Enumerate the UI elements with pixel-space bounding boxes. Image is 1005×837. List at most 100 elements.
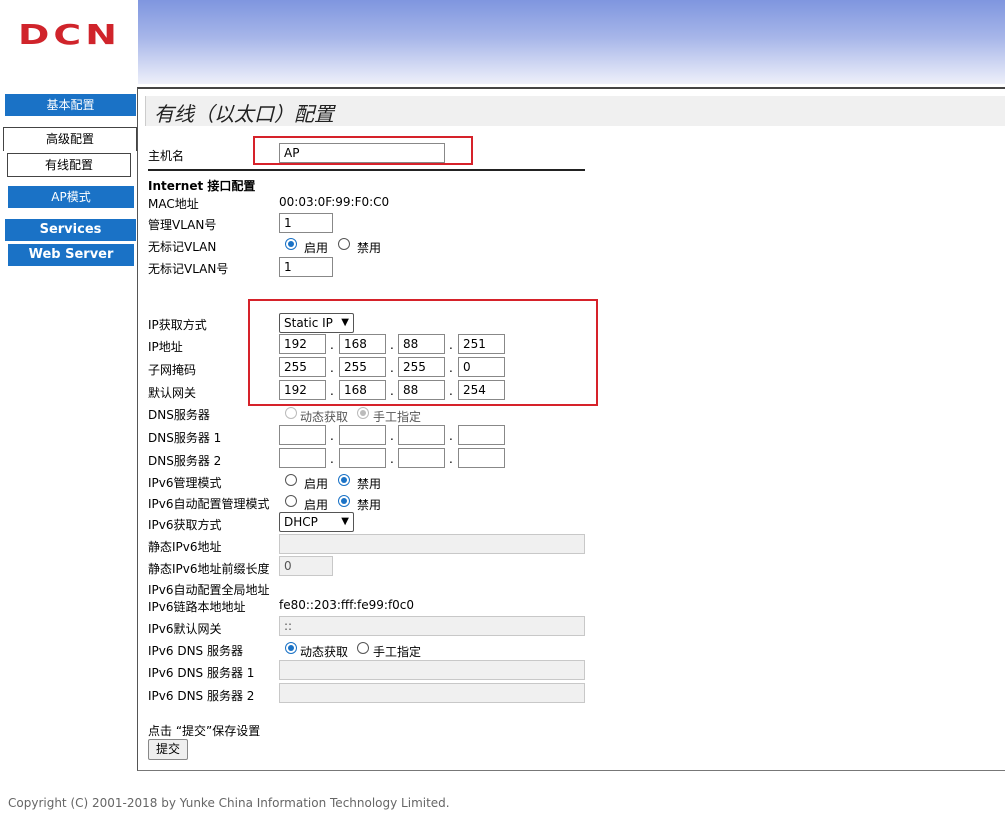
footer-copyright: Copyright (C) 2001-2018 by Yunke China I… — [8, 796, 450, 810]
ipv6-mode-value: DHCP — [284, 515, 318, 529]
dns1-octet-2[interactable] — [339, 425, 386, 445]
dot-separator: . — [390, 338, 394, 352]
ip-octet-1[interactable]: 192 — [279, 334, 326, 354]
submit-button[interactable]: 提交 — [148, 739, 188, 760]
ipv6-auto-label: IPv6自动配置管理模式 — [148, 497, 270, 511]
ipv6-dns1-input[interactable] — [279, 660, 585, 680]
untagged-vlan-label: 无标记VLAN — [148, 240, 217, 254]
mask-octet-2[interactable]: 255 — [339, 357, 386, 377]
section-divider — [148, 169, 585, 171]
ipv6-dns2-label: IPv6 DNS 服务器 2 — [148, 689, 255, 703]
ipv6-mode-label: IPv6获取方式 — [148, 518, 222, 532]
ipv6-link-local-label: IPv6链路本地地址 — [148, 600, 246, 614]
ipv6-dns2-input[interactable] — [279, 683, 585, 703]
dot-separator: . — [330, 338, 334, 352]
ipv6-auto-disable-label: 禁用 — [357, 498, 382, 512]
ipv6-auto-disable-radio[interactable] — [338, 495, 350, 507]
mac-label: MAC地址 — [148, 197, 199, 211]
ipv6-auto-global-label: IPv6自动配置全局地址 — [148, 583, 270, 597]
dns1-label: DNS服务器 1 — [148, 431, 222, 445]
dns2-octet-3[interactable] — [398, 448, 445, 468]
hostname-input[interactable]: AP — [279, 143, 445, 163]
dns2-octet-4[interactable] — [458, 448, 505, 468]
dot-separator: . — [449, 452, 453, 466]
dns1-octet-1[interactable] — [279, 425, 326, 445]
gateway-octet-2[interactable]: 168 — [339, 380, 386, 400]
dot-separator: . — [449, 338, 453, 352]
mgmt-vlan-input[interactable]: 1 — [279, 213, 333, 233]
logo-area: DCN — [0, 0, 138, 84]
section-title: Internet 接口配置 — [148, 179, 256, 193]
dot-separator: . — [390, 384, 394, 398]
dns2-label: DNS服务器 2 — [148, 454, 222, 468]
mask-octet-4[interactable]: 0 — [458, 357, 505, 377]
untagged-vlan-disable-radio[interactable] — [338, 238, 350, 250]
ip-octet-4[interactable]: 251 — [458, 334, 505, 354]
mask-octet-1[interactable]: 255 — [279, 357, 326, 377]
page-title: 有线（以太口）配置 — [154, 102, 334, 126]
dns-dynamic-radio[interactable] — [285, 407, 297, 419]
nav-web-server[interactable]: Web Server — [8, 244, 134, 266]
hostname-label: 主机名 — [148, 149, 185, 163]
dns1-octet-4[interactable] — [458, 425, 505, 445]
dot-separator: . — [330, 361, 334, 375]
dot-separator: . — [330, 452, 334, 466]
mask-octet-3[interactable]: 255 — [398, 357, 445, 377]
nav-basic-config[interactable]: 基本配置 — [5, 94, 136, 116]
ip-octet-3[interactable]: 88 — [398, 334, 445, 354]
dot-separator: . — [330, 384, 334, 398]
ipv6-link-local-value: fe80::203:fff:fe99:f0c0 — [279, 598, 415, 612]
ip-octet-2[interactable]: 168 — [339, 334, 386, 354]
nav-services[interactable]: Services — [5, 219, 136, 241]
static-ipv6-label: 静态IPv6地址 — [148, 540, 222, 554]
header-banner — [0, 0, 1005, 84]
mask-label: 子网掩码 — [148, 363, 197, 377]
dot-separator: . — [390, 429, 394, 443]
dot-separator: . — [390, 452, 394, 466]
nav-ap-mode[interactable]: AP模式 — [8, 186, 134, 208]
ipv6-gateway-label: IPv6默认网关 — [148, 622, 222, 636]
ipv6-mgmt-label: IPv6管理模式 — [148, 476, 222, 490]
static-ipv6-input[interactable] — [279, 534, 585, 554]
gateway-octet-1[interactable]: 192 — [279, 380, 326, 400]
dot-separator: . — [330, 429, 334, 443]
ipv6-auto-enable-label: 启用 — [304, 498, 329, 512]
ip-mode-label: IP获取方式 — [148, 318, 207, 332]
ipv6-dns-dynamic-label: 动态获取 — [300, 645, 349, 659]
nav-wired-config[interactable]: 有线配置 — [7, 153, 131, 177]
ipv6-mgmt-disable-radio[interactable] — [338, 474, 350, 486]
ipv6-mode-select[interactable]: DHCP ▼ — [279, 512, 354, 532]
ipv6-gateway-input[interactable]: :: — [279, 616, 585, 636]
untagged-vlan-enable-label: 启用 — [304, 241, 329, 255]
ipv6-dns-dynamic-radio[interactable] — [285, 642, 297, 654]
mac-value: 00:03:0F:99:F0:C0 — [279, 195, 390, 209]
ipv6-dns-manual-radio[interactable] — [357, 642, 369, 654]
ipv6-dns-label: IPv6 DNS 服务器 — [148, 644, 243, 658]
chevron-down-icon: ▼ — [341, 317, 349, 328]
mgmt-vlan-label: 管理VLAN号 — [148, 218, 217, 232]
chevron-down-icon: ▼ — [341, 516, 349, 527]
dot-separator: . — [449, 384, 453, 398]
untagged-vlan-disable-label: 禁用 — [357, 241, 382, 255]
untagged-vlan-enable-radio[interactable] — [285, 238, 297, 250]
dot-separator: . — [449, 429, 453, 443]
untagged-vlan-id-input[interactable]: 1 — [279, 257, 333, 277]
ip-mode-select[interactable]: Static IP ▼ — [279, 313, 354, 333]
dot-separator: . — [390, 361, 394, 375]
untagged-vlan-id-label: 无标记VLAN号 — [148, 262, 229, 276]
dns1-octet-3[interactable] — [398, 425, 445, 445]
static-ipv6-prefix-input[interactable]: 0 — [279, 556, 333, 576]
nav-advanced-config[interactable]: 高级配置 — [3, 127, 137, 151]
dns2-octet-1[interactable] — [279, 448, 326, 468]
ipv6-mgmt-enable-radio[interactable] — [285, 474, 297, 486]
dcn-logo: DCN — [18, 18, 121, 51]
dns-label: DNS服务器 — [148, 408, 210, 422]
dns-manual-label: 手工指定 — [373, 410, 422, 424]
gateway-octet-4[interactable]: 254 — [458, 380, 505, 400]
ipv6-mgmt-enable-label: 启用 — [304, 477, 329, 491]
dns2-octet-2[interactable] — [339, 448, 386, 468]
dns-manual-radio[interactable] — [357, 407, 369, 419]
ip-label: IP地址 — [148, 340, 183, 354]
ipv6-auto-enable-radio[interactable] — [285, 495, 297, 507]
gateway-octet-3[interactable]: 88 — [398, 380, 445, 400]
